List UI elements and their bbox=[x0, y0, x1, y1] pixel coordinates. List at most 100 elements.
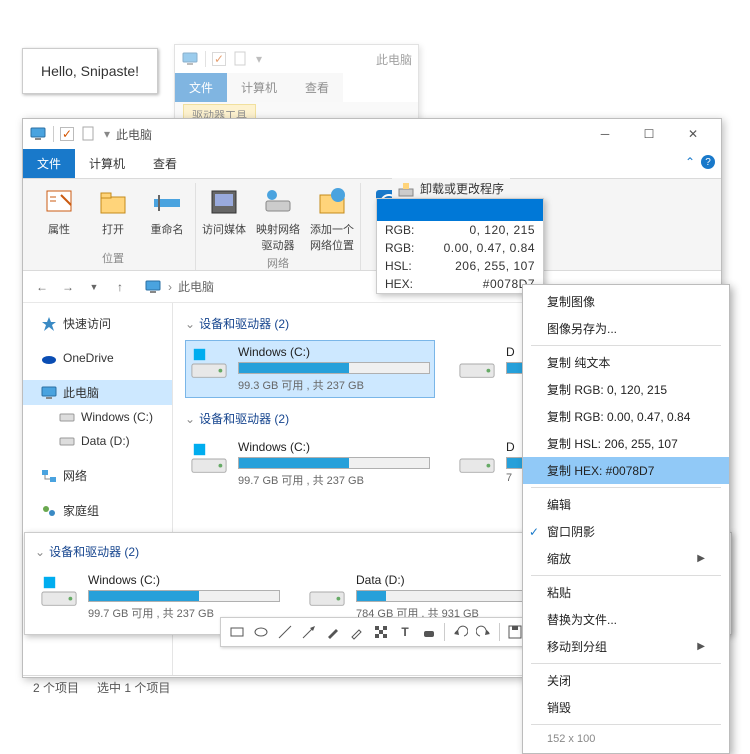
nav-up[interactable]: ↑ bbox=[109, 280, 131, 294]
tool-mosaic[interactable] bbox=[370, 621, 392, 643]
document-icon bbox=[80, 125, 98, 143]
ribbon-access-media[interactable]: 访问媒体 bbox=[202, 187, 246, 237]
menu-paste[interactable]: 粘贴 bbox=[523, 579, 729, 606]
drive-icon bbox=[59, 409, 75, 425]
menu-edit[interactable]: 编辑 bbox=[523, 491, 729, 518]
menu-zoom[interactable]: 缩放▶ bbox=[523, 545, 729, 572]
tool-eraser[interactable] bbox=[418, 621, 440, 643]
ribbon-group-network: 访问媒体 映射网络 驱动器 添加一个 网络位置 网络 bbox=[196, 183, 361, 270]
drive-item[interactable]: Windows (C:) 99.7 GB 可用 , 共 237 GB bbox=[185, 435, 435, 493]
tab-computer[interactable]: 计算机 bbox=[75, 149, 139, 178]
menu-copy-hsl[interactable]: 复制 HSL: 206, 255, 107 bbox=[523, 430, 729, 457]
faded-title: 此电脑 bbox=[376, 51, 412, 68]
drive-icon bbox=[458, 345, 496, 383]
menu-move-group[interactable]: 移动到分组▶ bbox=[523, 633, 729, 660]
ribbon-uninstall[interactable]: 卸载或更改程序 bbox=[392, 178, 510, 199]
sidebar-label: Data (D:) bbox=[81, 434, 130, 448]
address-path[interactable]: › 此电脑 bbox=[135, 275, 223, 299]
maximize-button[interactable]: ☐ bbox=[627, 119, 671, 149]
menu-save-image-as[interactable]: 图像另存为... bbox=[523, 315, 729, 342]
color-hsl-value: 206, 255, 107 bbox=[425, 259, 535, 273]
nav-forward[interactable]: → bbox=[57, 280, 79, 294]
ribbon-map-drive[interactable]: 映射网络 驱动器 bbox=[256, 187, 300, 253]
menu-copy-rgbf[interactable]: 复制 RGB: 0.00, 0.47, 0.84 bbox=[523, 403, 729, 430]
tool-text[interactable]: T bbox=[394, 621, 416, 643]
tool-line[interactable] bbox=[274, 621, 296, 643]
faded-tabs: 文件 计算机 查看 bbox=[175, 73, 418, 102]
minimize-button[interactable]: ─ bbox=[583, 119, 627, 149]
ribbon-help[interactable]: ⌃? bbox=[685, 155, 715, 169]
drive-name: Windows (C:) bbox=[88, 573, 280, 587]
sidebar-homegroup[interactable]: 家庭组 bbox=[23, 498, 172, 523]
drive-free-text: 99.7 GB 可用 , 共 237 GB bbox=[238, 472, 430, 488]
nav-history-dropdown[interactable]: ▼ bbox=[83, 282, 105, 292]
tab-file[interactable]: 文件 bbox=[23, 149, 75, 178]
check-icon: ✓ bbox=[529, 525, 539, 539]
drive-icon bbox=[59, 433, 75, 449]
tool-pencil[interactable] bbox=[322, 621, 344, 643]
ribbon-properties[interactable]: 属性 bbox=[37, 187, 81, 237]
network-icon bbox=[41, 468, 57, 484]
titlebar[interactable]: ✓ ▾ 此电脑 ─ ☐ ✕ bbox=[23, 119, 721, 149]
tool-marker[interactable] bbox=[346, 621, 368, 643]
tab-view[interactable]: 查看 bbox=[139, 149, 191, 178]
snipaste-toolbar[interactable]: T bbox=[220, 617, 532, 647]
tool-rectangle[interactable] bbox=[226, 621, 248, 643]
menu-copy-hex[interactable]: 复制 HEX: #0078D7 bbox=[523, 457, 729, 484]
sidebar-this-pc[interactable]: 此电脑 bbox=[23, 380, 172, 405]
help-icon: ? bbox=[701, 155, 715, 169]
menu-copy-image[interactable]: 复制图像 bbox=[523, 288, 729, 315]
ribbon-add-location[interactable]: 添加一个 网络位置 bbox=[310, 187, 354, 253]
menu-replace-file[interactable]: 替换为文件... bbox=[523, 606, 729, 633]
menu-copy-plaintext[interactable]: 复制 纯文本 bbox=[523, 349, 729, 376]
tool-redo[interactable] bbox=[473, 621, 495, 643]
section-title: 设备和驱动器 (2) bbox=[199, 315, 289, 332]
drive-name: Data (D:) bbox=[356, 573, 548, 587]
tab-view[interactable]: 查看 bbox=[291, 73, 343, 102]
drive-icon bbox=[458, 440, 496, 478]
drive-usage-bar bbox=[238, 457, 430, 469]
menu-window-shadow[interactable]: ✓窗口阴影 bbox=[523, 518, 729, 545]
monitor-icon bbox=[29, 125, 47, 143]
color-picker-panel[interactable]: RGB:0, 120, 215 RGB:0.00, 0.47, 0.84 HSL… bbox=[376, 198, 544, 294]
menu-destroy[interactable]: 销毁 bbox=[523, 694, 729, 721]
sidebar-quick-access[interactable]: 快速访问 bbox=[23, 311, 172, 336]
ribbon-open[interactable]: 打开 bbox=[91, 187, 135, 237]
menu-copy-rgb[interactable]: 复制 RGB: 0, 120, 215 bbox=[523, 376, 729, 403]
nav-back[interactable]: ← bbox=[31, 280, 53, 294]
star-icon bbox=[41, 316, 57, 332]
sidebar-onedrive[interactable]: OneDrive bbox=[23, 346, 172, 370]
tool-arrow[interactable] bbox=[298, 621, 320, 643]
faded-titlebar: ✓ ▾ 此电脑 bbox=[175, 45, 418, 73]
tab-computer[interactable]: 计算机 bbox=[227, 73, 291, 102]
chevron-up-icon: ⌃ bbox=[685, 155, 695, 169]
chevron-down-icon: ⌄ bbox=[185, 412, 195, 426]
drive-icon bbox=[190, 440, 228, 478]
tab-file[interactable]: 文件 bbox=[175, 73, 227, 102]
color-rgbf-label: RGB: bbox=[385, 241, 425, 255]
menu-close[interactable]: 关闭 bbox=[523, 667, 729, 694]
sidebar-network[interactable]: 网络 bbox=[23, 463, 172, 488]
color-hex-label: HEX: bbox=[385, 277, 425, 291]
monitor-icon bbox=[181, 50, 199, 68]
drive-name: Windows (C:) bbox=[238, 345, 430, 359]
sidebar-label: 此电脑 bbox=[63, 384, 99, 401]
homegroup-icon bbox=[41, 503, 57, 519]
sidebar-label: 家庭组 bbox=[63, 502, 99, 519]
tool-ellipse[interactable] bbox=[250, 621, 272, 643]
drive-usage-bar bbox=[88, 590, 280, 602]
sidebar-drive-c[interactable]: Windows (C:) bbox=[23, 405, 172, 429]
close-button[interactable]: ✕ bbox=[671, 119, 715, 149]
snipaste-note[interactable]: Hello, Snipaste! bbox=[22, 48, 158, 94]
window-title: 此电脑 bbox=[116, 126, 152, 143]
drive-item[interactable]: Windows (C:) 99.3 GB 可用 , 共 237 GB bbox=[185, 340, 435, 398]
tool-undo[interactable] bbox=[449, 621, 471, 643]
chevron-down-icon: ⌄ bbox=[185, 317, 195, 331]
uninstall-icon bbox=[398, 181, 414, 197]
path-segment: 此电脑 bbox=[178, 278, 214, 295]
drive-name: Windows (C:) bbox=[238, 440, 430, 454]
sidebar-label: 网络 bbox=[63, 467, 87, 484]
sidebar-drive-d[interactable]: Data (D:) bbox=[23, 429, 172, 453]
section-title: 设备和驱动器 (2) bbox=[49, 543, 139, 560]
ribbon-rename[interactable]: 重命名 bbox=[145, 187, 189, 237]
